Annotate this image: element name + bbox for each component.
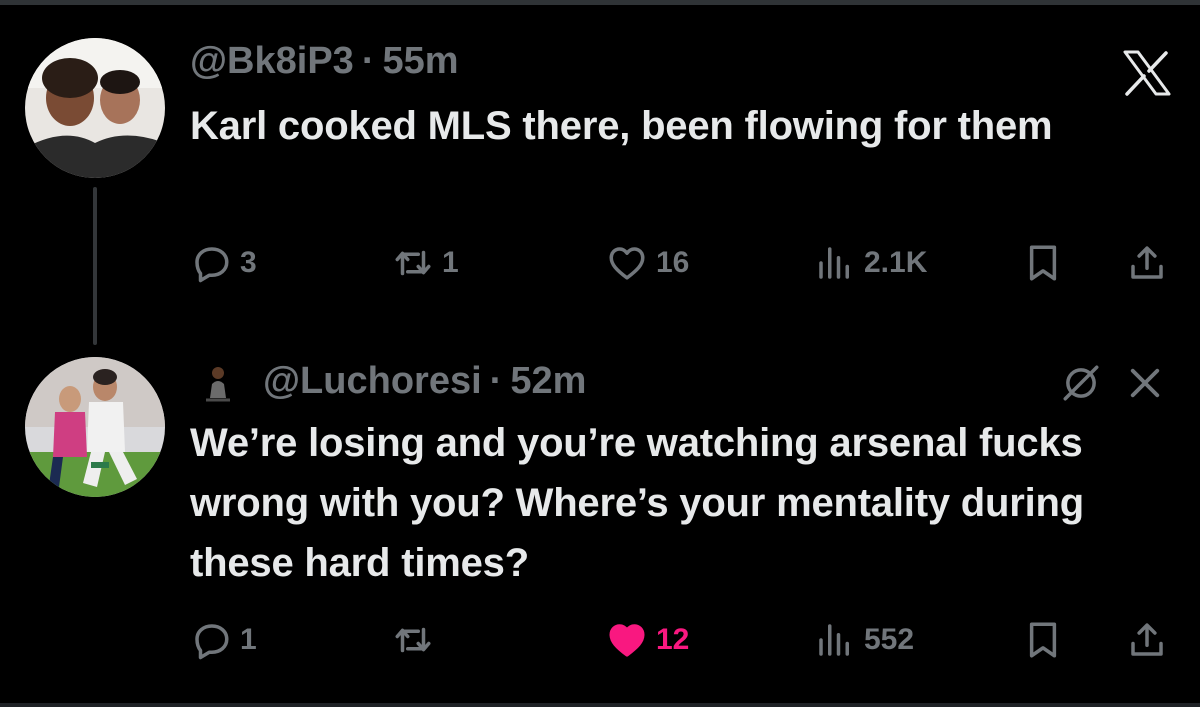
views-count: 552	[864, 623, 915, 656]
tweet-1-time[interactable]: 55m	[382, 40, 458, 83]
share-button[interactable]	[1126, 238, 1168, 288]
repost-button[interactable]: 1	[392, 238, 459, 288]
tweet-1-text: Karl cooked MLS there, been flowing for …	[190, 104, 1053, 148]
bookmark-icon	[1029, 245, 1057, 281]
mute-icon[interactable]	[1060, 362, 1102, 404]
tweet-1-actions: 3 1 16 2.1K	[190, 238, 1180, 288]
avatar-luchoresi[interactable]	[25, 357, 165, 497]
share-button[interactable]	[1126, 615, 1168, 665]
tweet-2-actions: 1 12 552	[190, 615, 1180, 665]
thread-connector-line	[93, 187, 97, 345]
reply-count: 3	[240, 246, 257, 279]
like-button[interactable]: 12	[606, 615, 689, 665]
views-count: 2.1K	[864, 246, 928, 279]
tweet-2-corner-controls	[1060, 362, 1166, 404]
tweet-2-header: @Luchoresi · 52m	[198, 360, 586, 403]
like-count: 16	[656, 246, 690, 279]
reply-button[interactable]: 1	[190, 615, 257, 665]
views-icon	[819, 247, 849, 279]
bookmark-button[interactable]	[1022, 615, 1064, 665]
bookmark-icon	[1029, 622, 1057, 658]
share-icon	[1131, 623, 1163, 656]
x-logo-icon[interactable]	[1122, 50, 1172, 96]
views-button[interactable]: 552	[814, 615, 914, 665]
like-icon	[609, 247, 645, 280]
tweet-2-text: We’re losing and you’re watching arsenal…	[190, 421, 1085, 585]
repost-count: 1	[442, 246, 459, 279]
tweet-2-time[interactable]: 52m	[510, 360, 586, 403]
bottom-border	[0, 703, 1200, 707]
share-icon	[1131, 246, 1163, 279]
like-icon	[609, 624, 645, 657]
praying-emoji-icon	[206, 366, 230, 401]
reply-icon	[195, 624, 229, 660]
tweet-1-header: @Bk8iP3 · 55m	[190, 40, 459, 83]
views-button[interactable]: 2.1K	[814, 238, 927, 288]
reply-button[interactable]: 3	[190, 238, 257, 288]
reply-icon	[195, 247, 229, 283]
avatar-bk8ip3[interactable]	[25, 38, 165, 178]
tweet-1-separator: ·	[361, 40, 375, 82]
tweet-2-separator: ·	[489, 360, 503, 402]
like-count: 12	[656, 623, 690, 656]
top-border	[0, 0, 1200, 5]
repost-button[interactable]	[392, 615, 442, 665]
tweet-2-handle[interactable]: @Luchoresi	[263, 360, 482, 403]
bookmark-button[interactable]	[1022, 238, 1064, 288]
repost-icon	[395, 250, 431, 276]
repost-icon	[395, 627, 431, 653]
like-button[interactable]: 16	[606, 238, 689, 288]
reply-count: 1	[240, 623, 257, 656]
views-icon	[819, 624, 849, 656]
tweet-1-handle[interactable]: @Bk8iP3	[190, 40, 354, 83]
close-icon[interactable]	[1124, 362, 1166, 404]
